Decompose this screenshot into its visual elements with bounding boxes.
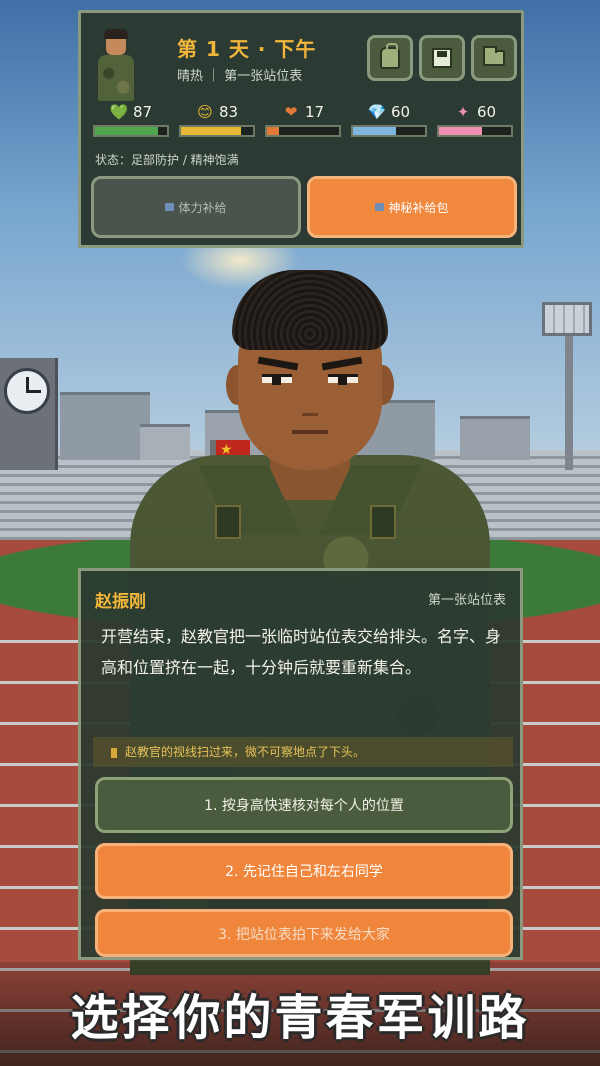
choice-label-1: 1. 按身高快速核对每个人的位置 xyxy=(204,798,404,814)
folder-icon xyxy=(483,46,505,66)
stat-bar xyxy=(351,125,427,137)
stat-value: 87 xyxy=(133,103,153,121)
clock-tower xyxy=(0,358,58,470)
story-text: 开营结束，赵教官把一张临时站位表交给排头。名字、身高和位置挤在一起，十分钟后就要… xyxy=(101,627,502,677)
speaker-name: 赵振刚 xyxy=(95,592,146,612)
save-button[interactable] xyxy=(419,35,465,81)
stamina-supply-label: 体力补给 xyxy=(178,200,227,215)
save-disk-icon xyxy=(432,48,452,68)
stat-bar xyxy=(179,125,255,137)
heart-icon: 💚 xyxy=(109,103,129,121)
dialog-panel: 赵振刚 第一张站位表 开营结束，赵教官把一张临时站位表交给排头。名字、身高和位置… xyxy=(78,568,523,960)
hint-text: 赵教官的视线扫过来，微不可察地点了下头。 xyxy=(125,745,366,759)
floodlight-icon xyxy=(542,302,592,336)
choice-button-3[interactable]: 3. 把站位表拍下来发给大家 xyxy=(95,909,513,957)
floodlight-pole xyxy=(565,330,573,470)
chapter-label: 第一张站位表 xyxy=(427,593,506,608)
stat-value: 17 xyxy=(305,103,325,121)
stat-bar-fill xyxy=(439,127,483,135)
supply-icon xyxy=(165,203,175,211)
stat-bars: 💚 87 😊 83 ❤ 17 💎 60 ✦ 60 xyxy=(93,101,513,141)
mystery-pack-label: 神秘补给包 xyxy=(388,200,449,215)
load-folder-button[interactable] xyxy=(471,35,517,81)
rank-patch-left xyxy=(215,505,241,539)
status-hud: 第 1 天 · 下午 晴热 ｜ 第一张站位表 💚 87 😊 83 ❤ 17 💎 60 ✦ 60 状… xyxy=(78,10,524,248)
choice-button-2[interactable]: 2. 先记住自己和左右同学 xyxy=(95,843,513,899)
choice-label-3: 3. 把站位表拍下来发给大家 xyxy=(218,927,390,943)
choice-label-2: 2. 先记住自己和左右同学 xyxy=(225,864,383,880)
mystery-pack-button[interactable]: 神秘补给包 xyxy=(307,176,517,238)
choice-button-1[interactable]: 1. 按身高快速核对每个人的位置 xyxy=(95,777,513,833)
backpack-button[interactable] xyxy=(367,35,413,81)
stat-value: 60 xyxy=(477,103,497,121)
sparkle-icon: ✦ xyxy=(456,103,470,121)
stat-bar xyxy=(93,125,169,137)
hint-bar: 赵教官的视线扫过来，微不可察地点了下头。 xyxy=(93,737,513,767)
stat-bar-fill xyxy=(267,127,280,135)
diamond-icon: 💎 xyxy=(367,103,387,121)
stat-value: 60 xyxy=(391,103,411,121)
hint-icon xyxy=(111,747,117,758)
stat-value: 83 xyxy=(219,103,239,121)
stat-bar xyxy=(265,125,341,137)
stat-bar-fill xyxy=(181,127,241,135)
stamina-supply-button[interactable]: 体力补给 xyxy=(91,176,301,238)
weather-and-chapter: 晴热 ｜ 第一张站位表 xyxy=(177,69,303,84)
player-avatar xyxy=(95,25,137,103)
stat-bar-fill xyxy=(95,127,158,135)
stat-bar-fill xyxy=(353,127,397,135)
stat-bar xyxy=(437,125,513,137)
backpack-icon xyxy=(380,43,400,69)
day-time-title: 第 1 天 · 下午 xyxy=(177,37,317,61)
promo-caption: 选择你的青春军训路 xyxy=(70,990,530,1046)
clock-icon xyxy=(4,368,50,414)
smile-icon: 😊 xyxy=(197,103,213,121)
status-text: 状态：足部防护 / 精神饱满 xyxy=(95,153,239,167)
muscle-icon: ❤ xyxy=(284,103,298,121)
gift-icon xyxy=(375,203,385,211)
rank-patch-right xyxy=(370,505,396,539)
